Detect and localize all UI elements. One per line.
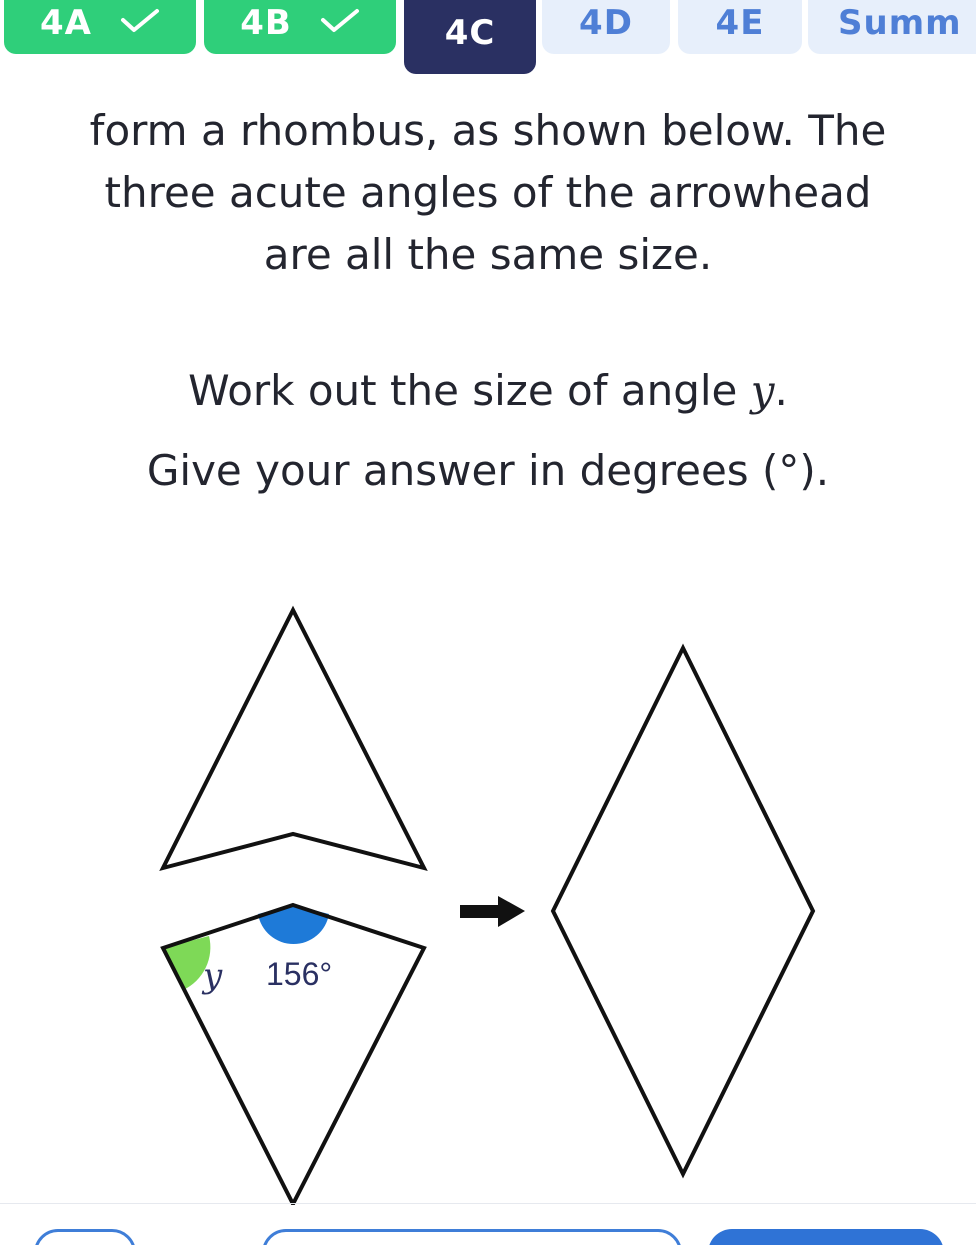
tab-label: 4A [40,3,92,43]
tab-label: 4E [715,3,765,43]
prompt-suffix: . [774,366,788,415]
question-prompt: Work out the size of angle y. [0,360,976,422]
tab-4e[interactable]: 4E [678,0,802,54]
tab-label: 4D [579,3,633,43]
angle-156-label: 156° [266,956,332,992]
prompt-prefix: Work out the size of angle [188,366,751,415]
arrow-right-icon [460,896,525,927]
arrowhead-top [159,605,428,872]
tab-summary[interactable]: Summ [808,0,976,54]
footer-button-left[interactable] [34,1229,136,1245]
question-line-3: are all the same size. [263,230,713,279]
footer-button-primary[interactable] [708,1229,944,1245]
check-icon [120,3,160,43]
rhombus [550,643,816,1179]
arrowhead-rhombus-diagram: y 156° [159,605,816,1205]
tab-label: 4B [240,3,292,43]
prompt-variable: y [750,366,775,415]
tab-label: 4C [444,13,496,53]
question-instruction: Give your answer in degrees (°). [146,446,830,495]
question-line-1: form a rhombus, as shown below. The [89,106,887,155]
footer-divider [0,1203,976,1204]
footer-button-middle[interactable] [262,1229,682,1245]
section-tabs: 4A 4B 4C 4D 4E Summ [0,0,976,80]
tab-4b[interactable]: 4B [204,0,396,54]
kite-bottom: y 156° [160,902,427,1205]
check-icon [320,3,360,43]
tab-4c[interactable]: 4C [404,0,536,74]
tab-4d[interactable]: 4D [542,0,670,54]
question-line-2: three acute angles of the arrowhead [104,168,872,217]
angle-y-label: y [201,956,223,996]
angle-156-sector [258,905,329,945]
tab-4a[interactable]: 4A [4,0,196,54]
tab-label: Summ [838,3,962,43]
question-text: form a rhombus, as shown below. The thre… [0,100,976,286]
